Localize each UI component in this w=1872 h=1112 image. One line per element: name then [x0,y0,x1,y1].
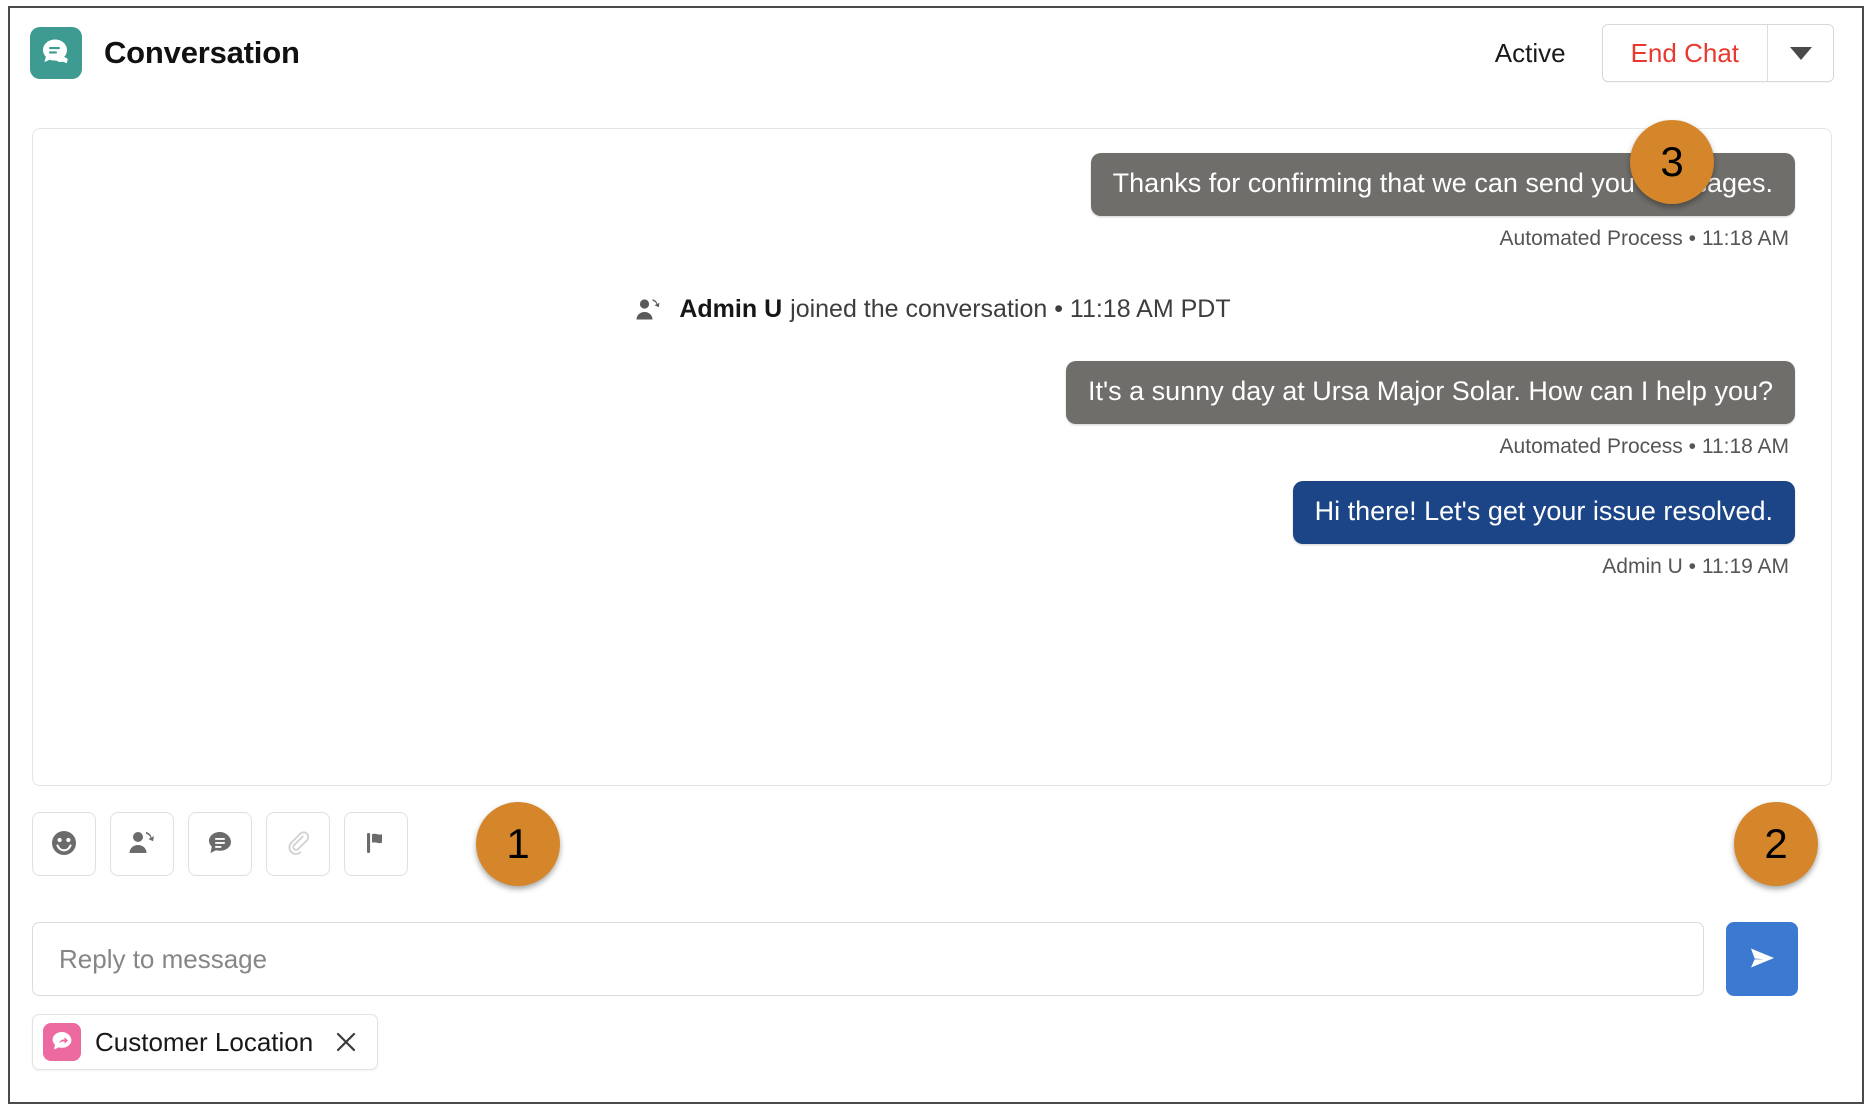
customer-location-chip[interactable]: Customer Location [32,1014,379,1070]
message-bubble: It's a sunny day at Ursa Major Solar. Ho… [1066,360,1795,424]
reply-input[interactable] [32,922,1704,996]
message-item: It's a sunny day at Ursa Major Solar. Ho… [69,360,1795,459]
end-chat-button[interactable]: End Chat [1602,25,1767,81]
send-button[interactable] [1726,922,1798,996]
callout-badge-2: 2 [1734,802,1818,886]
end-chat-dropdown-button[interactable] [1767,25,1833,81]
chip-close-button[interactable] [331,1027,361,1057]
person-joined-icon [633,295,663,325]
page-title: Conversation [104,35,300,70]
transfer-conversation-icon [126,827,158,862]
flag-button[interactable] [344,812,408,876]
message-list[interactable]: Thanks for confirming that we can send y… [32,128,1832,786]
conversation-header: Conversation Active End Chat [12,10,1842,96]
chevron-down-icon [1789,46,1812,60]
message-meta: Automated Process • 11:18 AM [1499,434,1789,458]
customer-location-icon [43,1023,81,1061]
flag-icon [360,827,392,862]
message-meta: Admin U • 11:19 AM [1602,554,1789,578]
close-x-icon [337,1032,356,1052]
attachment-button[interactable] [266,812,330,876]
emoji-icon [48,827,80,862]
attachment-icon [282,827,314,862]
callout-badge-3: 3 [1630,120,1714,204]
send-paper-plane-icon [1744,940,1780,979]
message-bubble: Hi there! Let's get your issue resolved. [1292,480,1795,544]
composer [32,922,1832,996]
system-message-item: Admin U joined the conversation • 11:18 … [69,273,1795,331]
header-actions: Active End Chat [1495,24,1834,82]
chip-label: Customer Location [95,1026,314,1057]
quick-text-icon [204,827,236,862]
message-item: Hi there! Let's get your issue resolved.… [69,480,1795,579]
system-message-text: joined the conversation • 11:18 AM PDT [790,295,1231,324]
callout-badge-1: 1 [476,802,560,886]
end-chat-group: End Chat [1601,24,1834,82]
conversation-chat-icon [30,27,82,79]
emoji-button[interactable] [32,812,96,876]
transfer-conversation-button[interactable] [110,812,174,876]
conversation-window: Conversation Active End Chat Thanks for … [0,0,1872,1112]
composer-toolbar [32,812,408,876]
quick-text-button[interactable] [188,812,252,876]
status-badge: Active [1494,37,1566,68]
message-item: Thanks for confirming that we can send y… [69,153,1795,251]
system-message-actor: Admin U [679,295,783,324]
message-meta: Automated Process • 11:18 AM [1499,226,1789,250]
